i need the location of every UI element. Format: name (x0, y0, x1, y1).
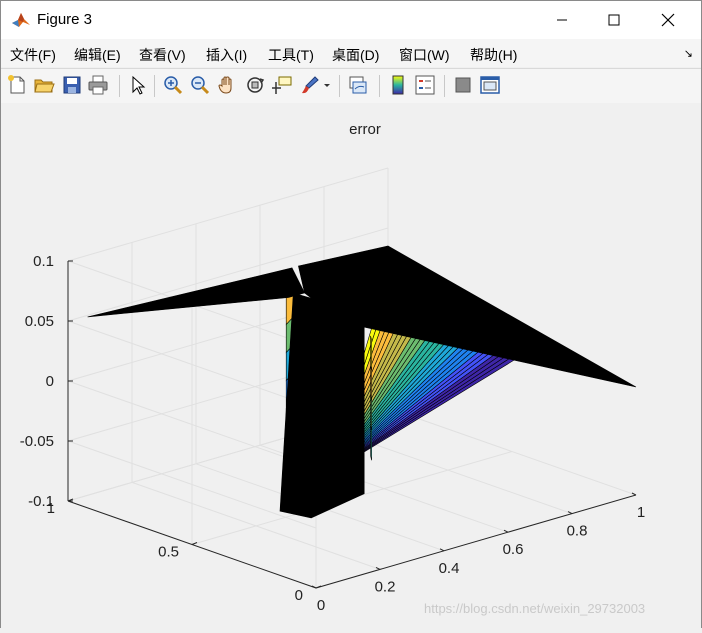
print-icon[interactable] (87, 74, 109, 96)
title-bar: Figure 3 (1, 1, 701, 39)
x-tick-label: 0 (317, 597, 325, 614)
maximize-button[interactable] (591, 1, 637, 39)
toolbar-separator (379, 75, 380, 97)
toolbar-separator (444, 75, 445, 97)
legend-icon[interactable] (414, 74, 436, 96)
surface-axes[interactable]: 00.20.40.60.8100.51-0.1-0.0500.050.1 err… (1, 103, 701, 628)
open-file-icon[interactable] (33, 74, 55, 96)
z-tick-label: 0.05 (25, 313, 54, 330)
surface-facet (370, 335, 372, 371)
new-figure-icon[interactable] (6, 74, 28, 96)
chart-title: error (349, 121, 381, 138)
surface-facet (370, 365, 372, 401)
zoom-out-icon[interactable] (189, 74, 211, 96)
close-icon (661, 13, 675, 27)
matlab-logo-icon (12, 13, 30, 27)
x-tick-label: 0.4 (439, 560, 460, 577)
hide-plot-tools-icon[interactable] (452, 74, 474, 96)
maximize-icon (608, 14, 620, 26)
chevron-down-icon[interactable] (323, 83, 331, 89)
menu-view[interactable]: 查看(V) (139, 45, 186, 65)
link-plot-icon[interactable] (347, 74, 369, 96)
zoom-in-icon[interactable] (162, 74, 184, 96)
menu-window[interactable]: 窗口(W) (399, 45, 450, 65)
menu-desktop[interactable]: 桌面(D) (332, 45, 379, 65)
y-tick-label: 0 (295, 587, 303, 604)
figure-toolbar (1, 68, 701, 104)
show-plot-tools-icon[interactable] (479, 74, 501, 96)
z-tick-label: 0.1 (33, 253, 54, 270)
menu-edit[interactable]: 编辑(E) (74, 45, 121, 65)
y-tick-label: 0.5 (158, 544, 179, 561)
surface-trough (279, 292, 365, 519)
close-button[interactable] (645, 1, 691, 39)
brush-icon[interactable] (299, 74, 321, 96)
x-tick-label: 0.6 (503, 541, 524, 558)
dock-figure-icon[interactable]: ↘ (684, 47, 693, 60)
data-cursor-icon[interactable] (271, 74, 293, 96)
x-tick-label: 1 (637, 504, 645, 521)
grid-line (67, 167, 389, 262)
x-tick-label: 0.8 (567, 523, 588, 540)
window-title: Figure 3 (37, 11, 93, 28)
x-axis-line (315, 494, 637, 589)
watermark: https://blog.csdn.net/weixin_29732003 (424, 601, 646, 616)
z-tick-label: -0.1 (28, 493, 54, 510)
menu-tools[interactable]: 工具(T) (268, 45, 314, 65)
surface-facet (370, 395, 372, 431)
x-tick-label: 0.2 (375, 578, 396, 595)
minimize-button[interactable] (539, 1, 585, 39)
figure-window: Figure 3 文件(F) 编辑(E) 查看(V) 插入(I) 工具(T) 桌… (0, 0, 702, 628)
pointer-icon[interactable] (127, 74, 149, 96)
toolbar-separator (119, 75, 120, 97)
surface-facet (370, 425, 372, 461)
menu-bar: 文件(F) 编辑(E) 查看(V) 插入(I) 工具(T) 桌面(D) 窗口(W… (1, 39, 701, 67)
menu-file[interactable]: 文件(F) (10, 45, 56, 65)
menu-help[interactable]: 帮助(H) (470, 45, 517, 65)
toolbar-separator (154, 75, 155, 97)
figure-canvas: 0 0.2 0.4 0.6 0.8 1 0 0.5 1 -0.1 -0.05 0 0.05 0.1 err… (1, 103, 701, 628)
z-tick-label: 0 (46, 373, 54, 390)
save-icon[interactable] (61, 74, 83, 96)
colorbar-icon[interactable] (387, 74, 409, 96)
pan-icon[interactable] (216, 74, 238, 96)
z-tick-label: -0.05 (20, 433, 54, 450)
menu-insert[interactable]: 插入(I) (206, 45, 247, 65)
minimize-icon (557, 19, 567, 21)
toolbar-separator (339, 75, 340, 97)
rotate-3d-icon[interactable] (244, 74, 266, 96)
